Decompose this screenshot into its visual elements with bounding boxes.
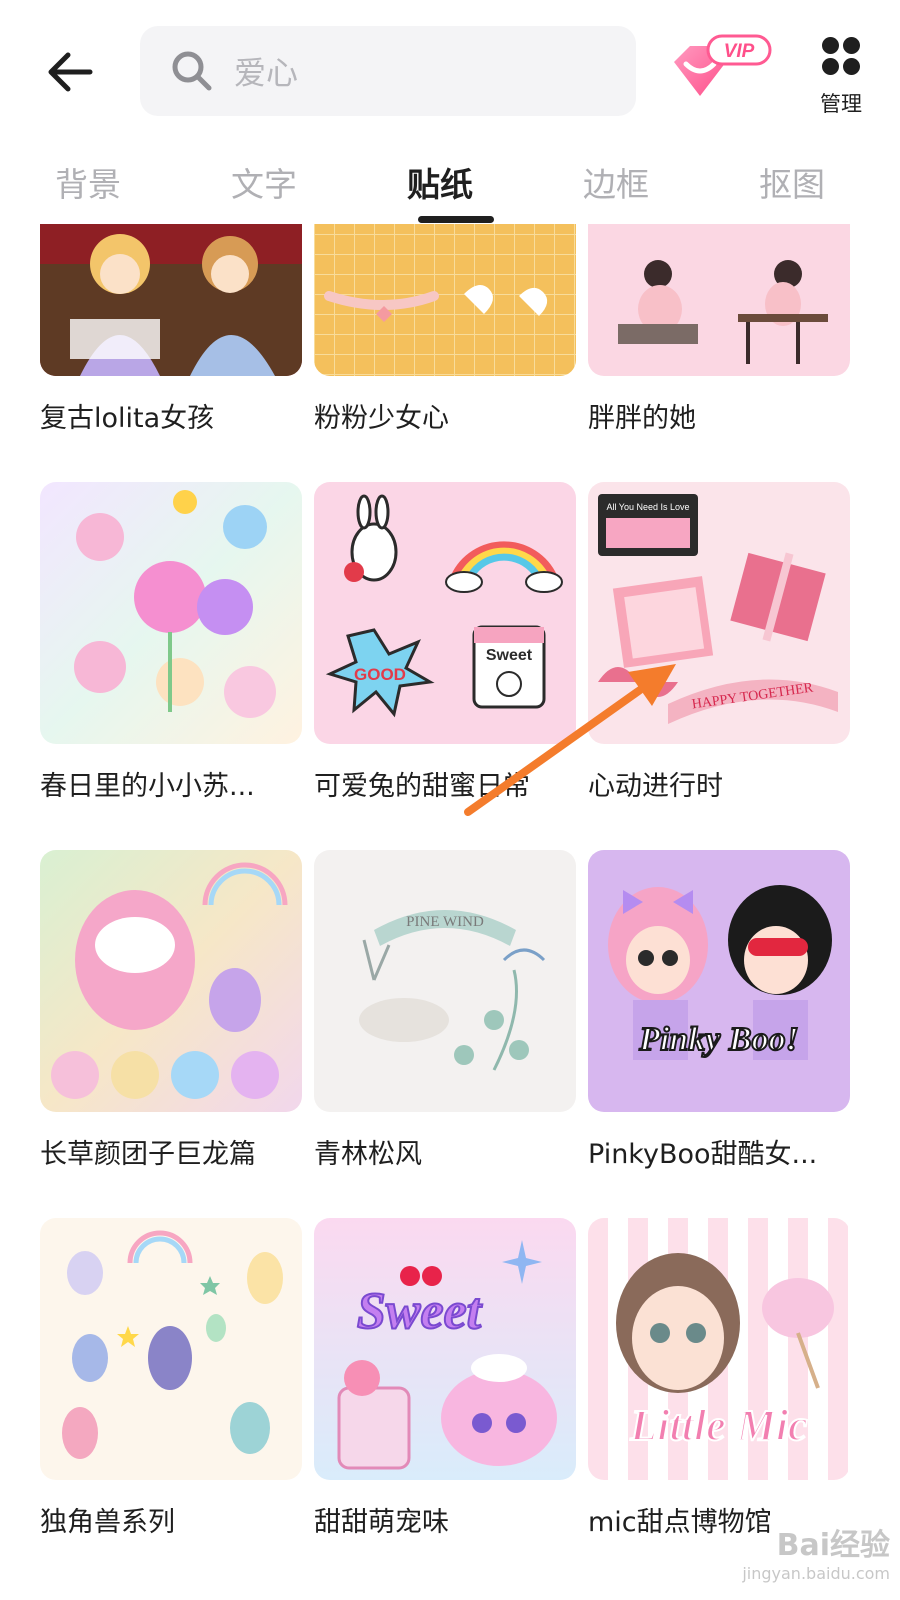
sticker-card[interactable]: PINE WIND 青林松风 — [314, 850, 576, 1171]
pine-wind-label: PINE WIND — [406, 914, 484, 930]
sticker-thumbnail — [314, 224, 576, 376]
sticker-title: 甜甜萌宠味 — [314, 1507, 449, 1538]
sticker-card[interactable]: 春日里的小小苏... — [40, 482, 302, 803]
sticker-card[interactable]: GOOD Sweet 可爱兔的甜蜜日常 — [314, 482, 576, 803]
top-bar: 爱心 VIP 管理 — [0, 0, 900, 140]
tab-cutout[interactable]: 抠图 — [722, 158, 862, 206]
sticker-thumbnail — [588, 224, 850, 376]
sticker-card[interactable]: 胖胖的她 — [588, 224, 850, 435]
vip-button[interactable]: VIP — [666, 30, 776, 110]
watermark: Bai经验 jingyan.baidu.com — [700, 1520, 890, 1590]
manage-label: 管理 — [820, 92, 862, 116]
category-tabs: 背景 文字 贴纸 边框 抠图 — [0, 150, 900, 224]
sticker-thumbnail — [40, 224, 302, 376]
search-placeholder: 爱心 — [234, 54, 299, 92]
sticker-title: 独角兽系列 — [40, 1507, 175, 1538]
watermark-url: jingyan.baidu.com — [742, 1564, 890, 1583]
sweet-label: Sweet — [486, 647, 533, 664]
sticker-card[interactable]: 独角兽系列 — [40, 1218, 302, 1539]
sticker-card[interactable]: All You Need Is Love HAPPY TOGETHER 心动进行… — [588, 482, 850, 803]
sticker-title: 胖胖的她 — [588, 403, 696, 434]
sticker-title: 长草颜团子巨龙篇 — [40, 1139, 256, 1170]
sticker-thumbnail: PINE WIND — [314, 850, 576, 1112]
sweet-script-label: Sweet — [357, 1283, 483, 1340]
sticker-card[interactable]: Sweet 甜甜萌宠味 — [314, 1218, 576, 1539]
back-button[interactable] — [40, 42, 100, 102]
sticker-title: 心动进行时 — [588, 771, 723, 802]
search-input[interactable]: 爱心 — [140, 26, 636, 116]
tab-stickers[interactable]: 贴纸 — [370, 158, 510, 206]
sticker-title: 春日里的小小苏... — [40, 771, 255, 802]
sticker-card[interactable]: Pinky Boo! PinkyBoo甜酷女... — [588, 850, 850, 1171]
good-label: GOOD — [354, 665, 406, 684]
sticker-title: 复古lolita女孩 — [40, 403, 215, 434]
sticker-grid: 复古lolita女孩 粉粉少女心 胖胖的她 春日里的小小苏... GOOD Sw… — [40, 224, 872, 1600]
sticker-thumbnail — [40, 482, 302, 744]
tab-background[interactable]: 背景 — [18, 158, 158, 206]
sticker-card[interactable]: 复古lolita女孩 — [40, 224, 302, 435]
sticker-card[interactable]: 粉粉少女心 — [314, 224, 576, 435]
sticker-thumbnail: Pinky Boo! — [588, 850, 850, 1112]
tab-text[interactable]: 文字 — [194, 158, 334, 206]
sticker-card[interactable]: Little Mic mic甜点博物馆 — [588, 1218, 850, 1539]
search-icon — [172, 51, 212, 91]
sticker-thumbnail: All You Need Is Love HAPPY TOGETHER — [588, 482, 850, 744]
sticker-thumbnail — [40, 1218, 302, 1480]
watermark-logo: Bai经验 — [776, 1528, 890, 1563]
sticker-title: 可爱兔的甜蜜日常 — [314, 771, 530, 802]
sticker-thumbnail: GOOD Sweet — [314, 482, 576, 744]
active-tab-indicator — [418, 216, 494, 223]
sticker-title: 粉粉少女心 — [314, 403, 449, 434]
manage-button[interactable]: 管理 — [806, 34, 876, 124]
vip-heart-icon: VIP — [674, 34, 772, 96]
sticker-thumbnail: Little Mic — [588, 1218, 850, 1480]
cassette-label: All You Need Is Love — [606, 502, 689, 512]
vip-badge-text: VIP — [724, 41, 755, 62]
back-arrow-icon — [48, 52, 93, 92]
tab-frames[interactable]: 边框 — [546, 158, 686, 206]
sticker-card[interactable]: 长草颜团子巨龙篇 — [40, 850, 302, 1171]
sticker-title: PinkyBoo甜酷女... — [588, 1139, 818, 1170]
sticker-thumbnail: Sweet — [314, 1218, 576, 1480]
grid-icon — [822, 37, 860, 75]
sticker-title: 青林松风 — [314, 1139, 422, 1170]
pinky-boo-label: Pinky Boo! — [638, 1021, 799, 1058]
sticker-thumbnail — [40, 850, 302, 1112]
little-mic-label: Little Mic — [629, 1401, 807, 1450]
